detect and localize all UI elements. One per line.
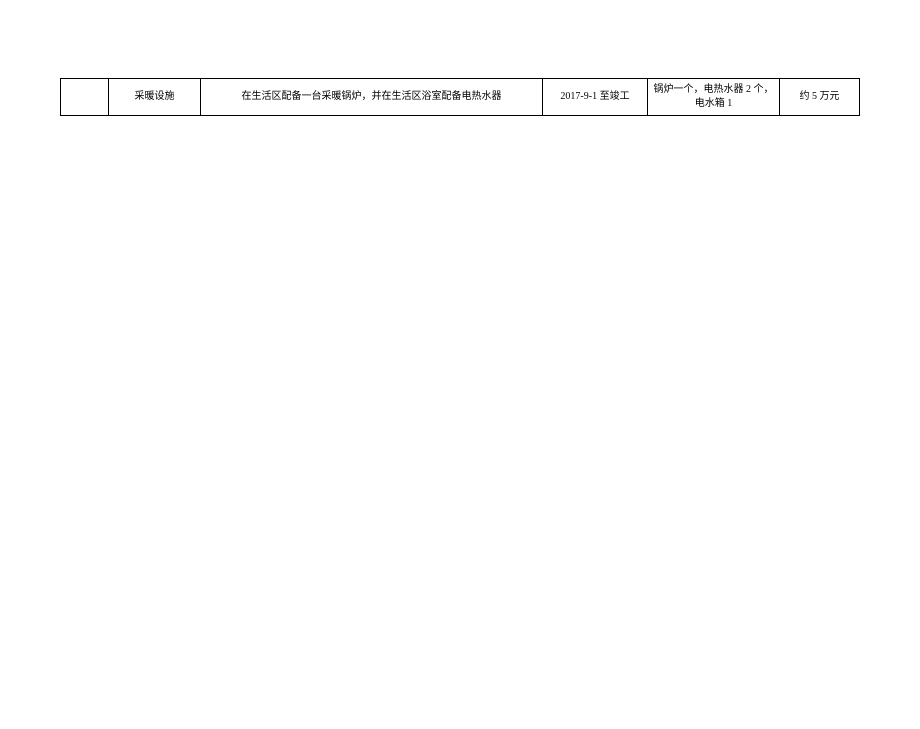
cell-date-range: 2017-9-1 至竣工 [543,79,648,116]
cell-description: 在生活区配备一台采暖锅炉，并在生活区浴室配备电热水器 [201,79,543,116]
cell-quantity: 锅炉一个，电热水器 2 个，电水箱 1 [648,79,780,116]
data-table: 采暖设施 在生活区配备一台采暖锅炉，并在生活区浴室配备电热水器 2017-9-1… [60,78,860,116]
cell-index [61,79,109,116]
table-container: 采暖设施 在生活区配备一台采暖锅炉，并在生活区浴室配备电热水器 2017-9-1… [60,78,860,116]
cell-item-name: 采暖设施 [109,79,201,116]
table-row: 采暖设施 在生活区配备一台采暖锅炉，并在生活区浴室配备电热水器 2017-9-1… [61,79,860,116]
cell-cost: 约 5 万元 [780,79,860,116]
